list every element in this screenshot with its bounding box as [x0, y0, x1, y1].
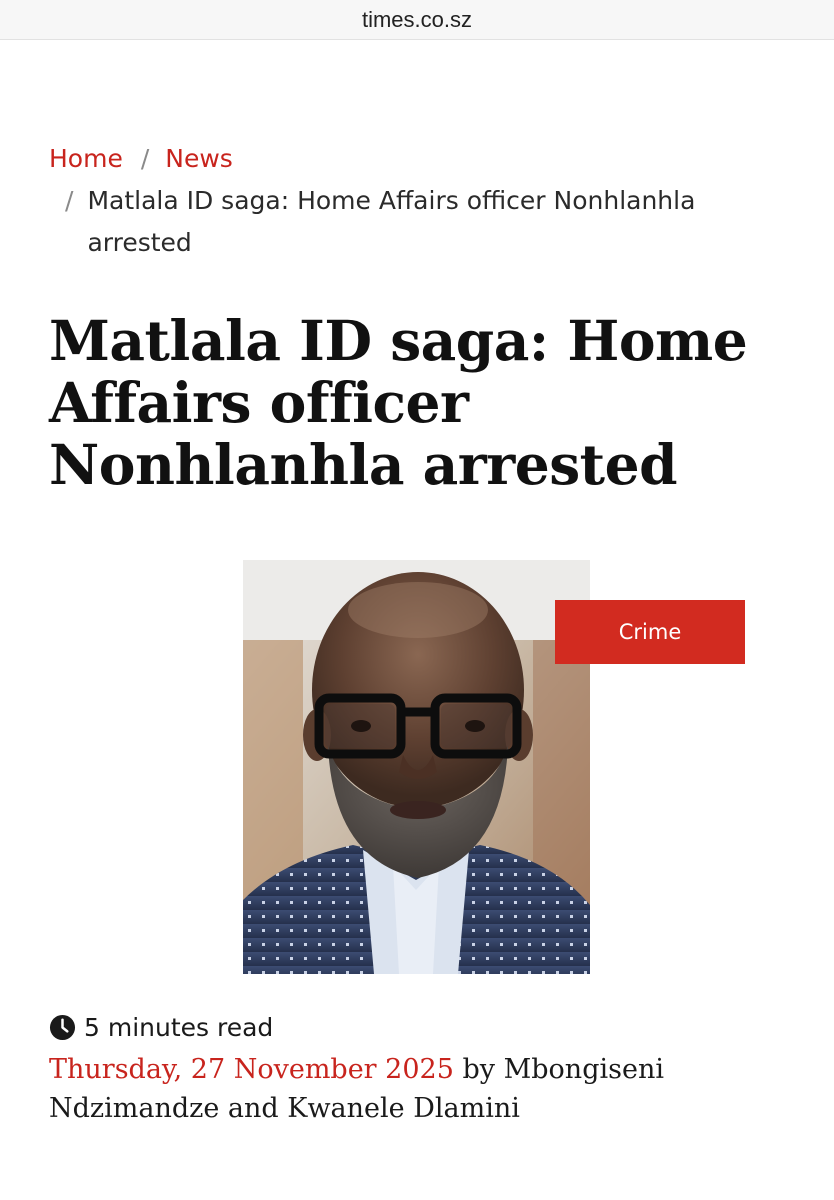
breadcrumb-row: Home / News [49, 138, 769, 180]
article-headline: Matlala ID saga: Home Affairs officer No… [49, 308, 748, 497]
read-time: 5 minutes read [49, 1010, 273, 1044]
breadcrumb: Home / News / Matlala ID saga: Home Affa… [49, 138, 769, 264]
breadcrumb-separator: / [65, 186, 74, 215]
breadcrumb-current-row: / Matlala ID saga: Home Affairs officer … [49, 180, 769, 264]
article-byline: Thursday, 27 November 2025 by Mbongiseni… [49, 1050, 769, 1128]
breadcrumb-current-page: Matlala ID saga: Home Affairs officer No… [87, 186, 696, 257]
publish-date: Thursday, 27 November 2025 [49, 1054, 454, 1085]
url-text[interactable]: times.co.sz [362, 7, 472, 33]
category-badge-crime[interactable]: Crime [555, 600, 745, 664]
portrait-photo [243, 560, 590, 974]
browser-address-bar[interactable]: times.co.sz [0, 0, 834, 40]
breadcrumb-separator: / [140, 144, 150, 173]
read-time-label: 5 minutes read [84, 1012, 274, 1042]
article-hero-image [243, 560, 590, 974]
clock-icon [49, 1014, 76, 1040]
breadcrumb-news-link[interactable]: News [165, 138, 233, 180]
byline-by: by [462, 1054, 496, 1085]
breadcrumb-home-link[interactable]: Home [49, 138, 123, 180]
